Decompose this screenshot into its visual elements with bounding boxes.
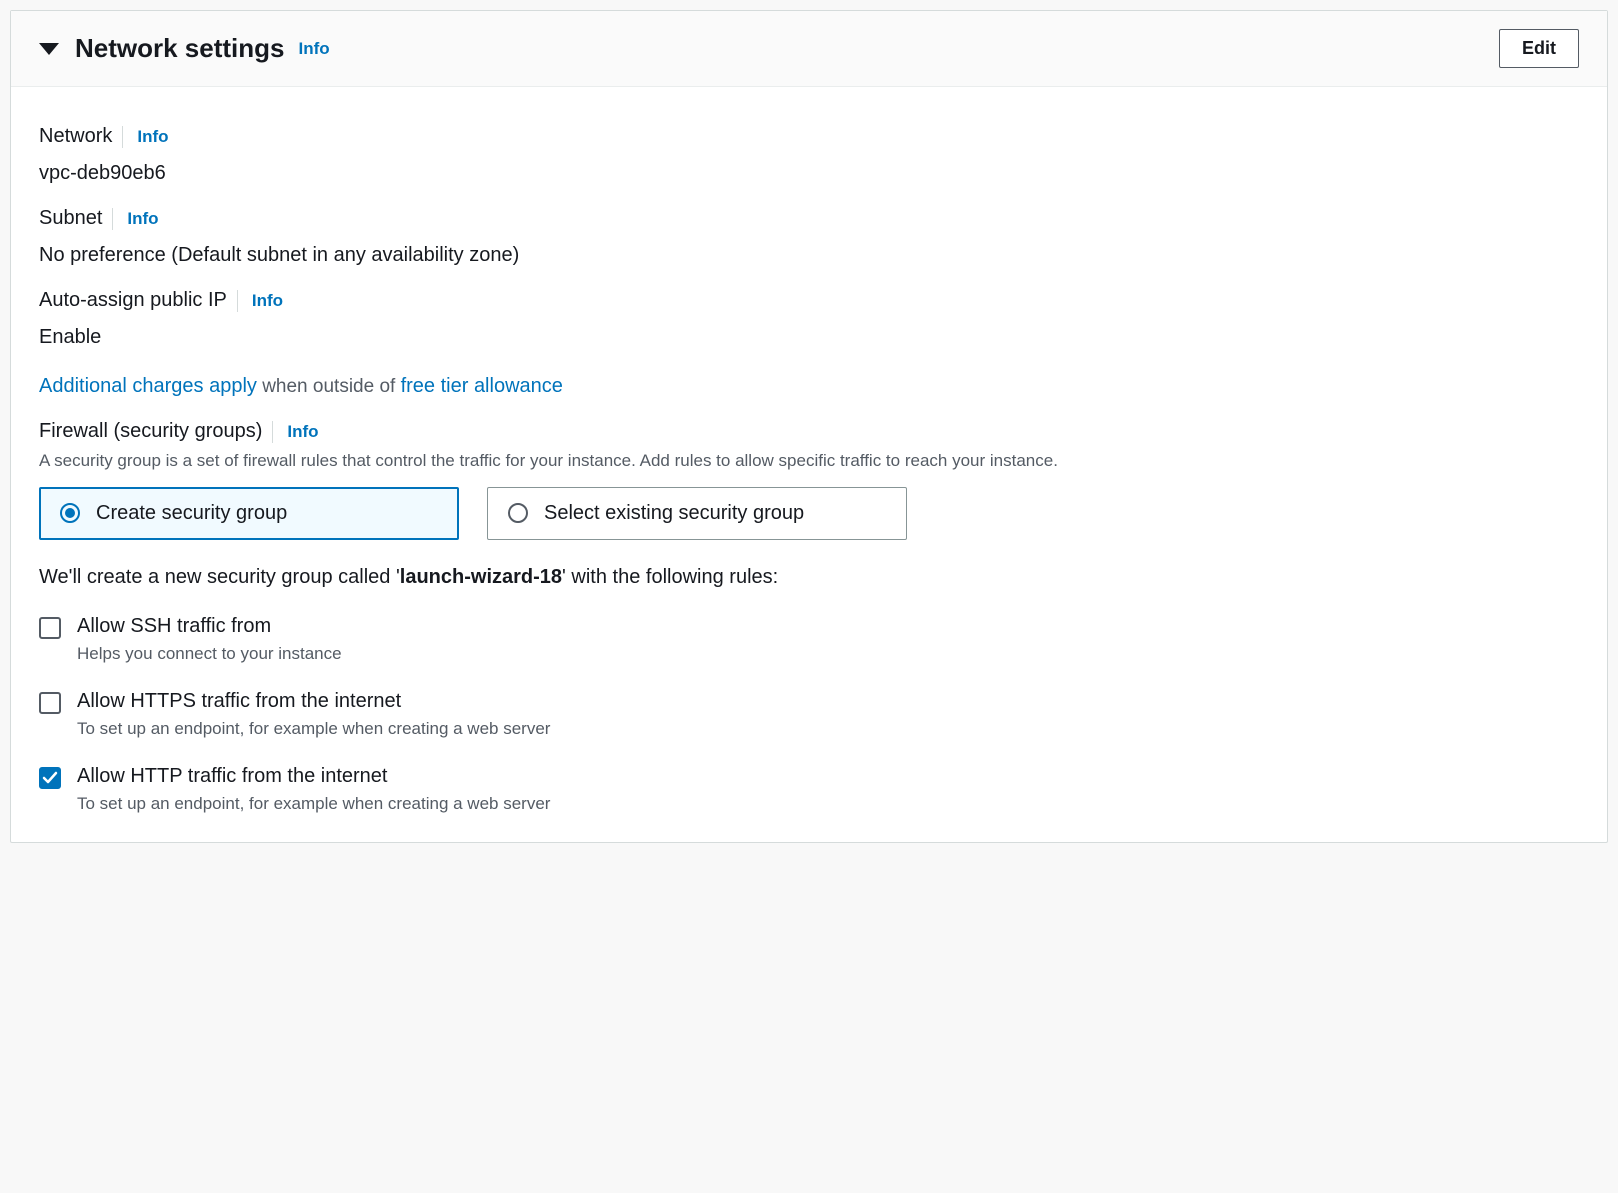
publicip-label-row: Auto-assign public IP Info [39, 289, 1579, 312]
panel-body: Network Info vpc-deb90eb6 Subnet Info No… [11, 87, 1607, 842]
security-group-options: Create security group Select existing se… [39, 487, 1579, 540]
separator [122, 126, 123, 148]
create-sg-label: Create security group [96, 502, 287, 525]
rule-http-label: Allow HTTP traffic from the internet [77, 765, 550, 788]
collapse-caret-icon[interactable] [39, 43, 59, 55]
separator [112, 208, 113, 230]
publicip-label: Auto-assign public IP [39, 289, 227, 312]
rule-https-label: Allow HTTPS traffic from the internet [77, 690, 550, 713]
network-label: Network [39, 125, 112, 148]
rule-ssh-label: Allow SSH traffic from [77, 615, 342, 638]
network-label-row: Network Info [39, 125, 1579, 148]
edit-button[interactable]: Edit [1499, 29, 1579, 68]
sg-create-text: We'll create a new security group called… [39, 566, 1579, 589]
sg-create-pre: We'll create a new security group called… [39, 566, 400, 588]
radio-select-sg[interactable] [508, 503, 528, 523]
rule-http-help: To set up an endpoint, for example when … [77, 794, 550, 814]
rule-https-row: Allow HTTPS traffic from the internet To… [39, 690, 1579, 739]
panel-title: Network settings [75, 33, 285, 64]
charges-notice: Additional charges apply when outside of… [39, 375, 1579, 398]
panel-header: Network settings Info Edit [11, 11, 1607, 87]
network-value: vpc-deb90eb6 [39, 162, 1579, 185]
subnet-label: Subnet [39, 207, 102, 230]
network-info-link[interactable]: Info [137, 127, 168, 147]
charges-mid-text: when outside of [257, 376, 401, 397]
create-security-group-tile[interactable]: Create security group [39, 487, 459, 540]
sg-create-name: launch-wizard-18 [400, 566, 562, 588]
separator [272, 421, 273, 443]
publicip-value: Enable [39, 326, 1579, 349]
checkbox-https[interactable] [39, 692, 61, 714]
select-existing-sg-tile[interactable]: Select existing security group [487, 487, 907, 540]
subnet-info-link[interactable]: Info [127, 209, 158, 229]
sg-create-post: ' with the following rules: [562, 566, 778, 588]
additional-charges-link[interactable]: Additional charges apply [39, 375, 257, 397]
checkbox-ssh[interactable] [39, 617, 61, 639]
separator [237, 290, 238, 312]
rule-https-help: To set up an endpoint, for example when … [77, 719, 550, 739]
header-info-link[interactable]: Info [299, 39, 330, 59]
firewall-info-link[interactable]: Info [287, 422, 318, 442]
check-icon [42, 770, 58, 786]
rule-http-row: Allow HTTP traffic from the internet To … [39, 765, 1579, 814]
rule-ssh-row: Allow SSH traffic from Helps you connect… [39, 615, 1579, 664]
subnet-value: No preference (Default subnet in any ava… [39, 244, 1579, 267]
select-sg-label: Select existing security group [544, 502, 804, 525]
checkbox-http[interactable] [39, 767, 61, 789]
firewall-description: A security group is a set of firewall ru… [39, 449, 1579, 473]
publicip-info-link[interactable]: Info [252, 291, 283, 311]
firewall-label-row: Firewall (security groups) Info [39, 420, 1579, 443]
radio-create-sg[interactable] [60, 503, 80, 523]
network-settings-panel: Network settings Info Edit Network Info … [10, 10, 1608, 843]
firewall-label: Firewall (security groups) [39, 420, 262, 443]
free-tier-link[interactable]: free tier allowance [401, 375, 563, 397]
subnet-label-row: Subnet Info [39, 207, 1579, 230]
rule-ssh-help: Helps you connect to your instance [77, 644, 342, 664]
